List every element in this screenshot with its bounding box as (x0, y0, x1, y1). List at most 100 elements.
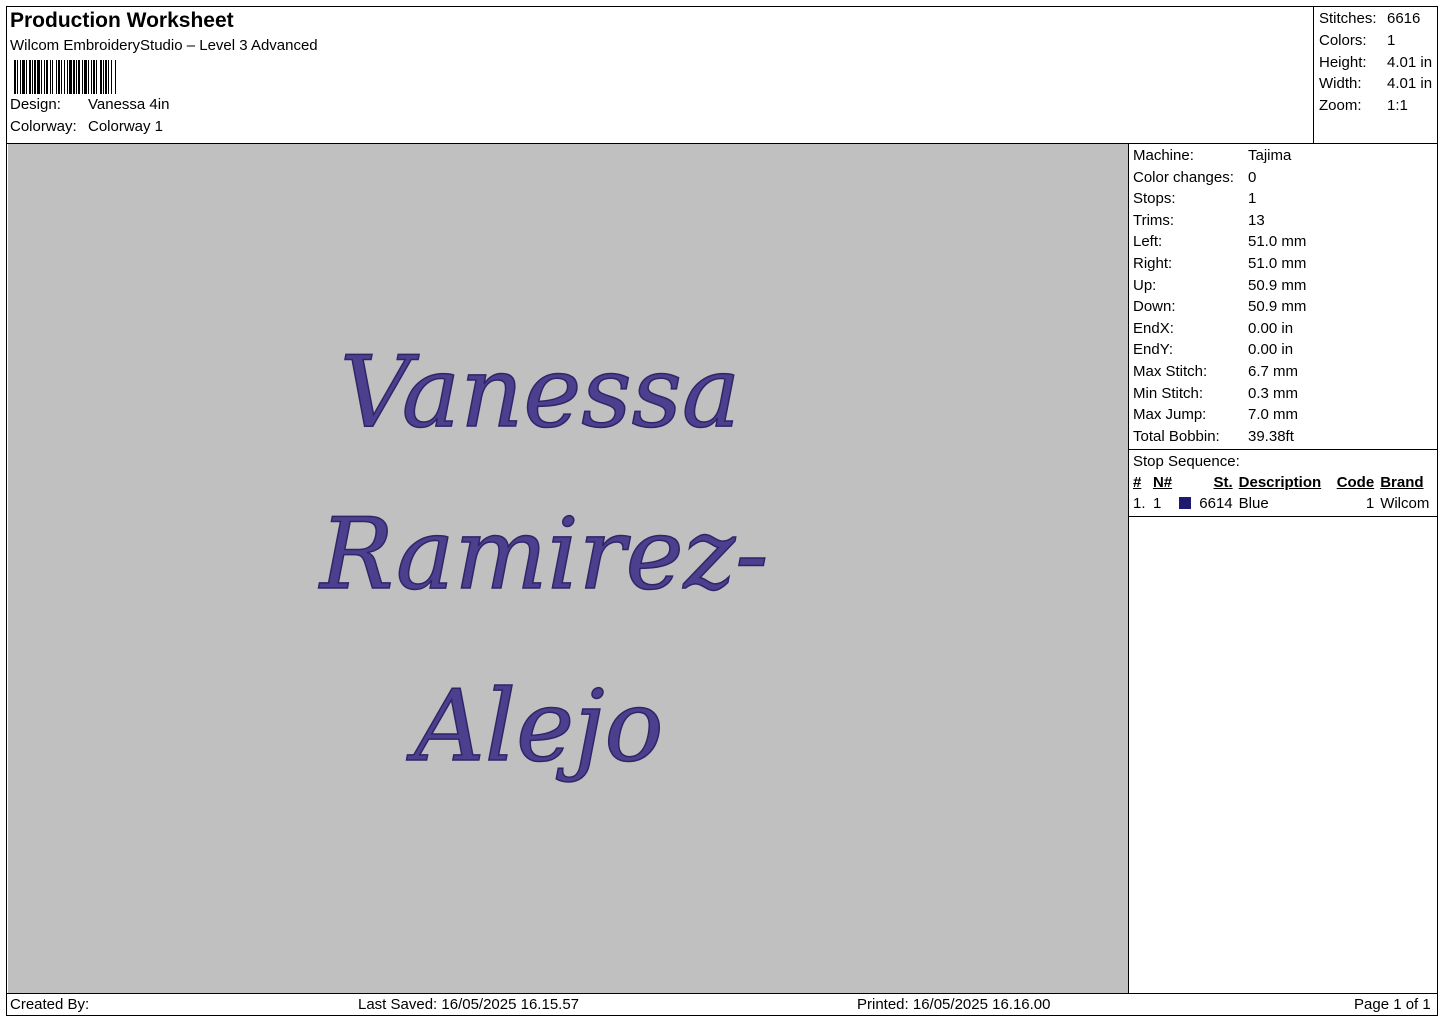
width-label: Width: (1319, 75, 1362, 93)
barcode-bar (84, 60, 87, 94)
row-brand: Wilcom (1380, 495, 1430, 513)
barcode-bar (100, 60, 102, 94)
machine-info-row: EndX: 0.00 in (1133, 318, 1438, 340)
stitches-label: Stitches: (1319, 10, 1377, 27)
barcode-bar (105, 60, 107, 94)
software-name: Wilcom EmbroideryStudio – Level 3 Advanc… (10, 37, 318, 54)
barcode-bar (22, 60, 25, 94)
last-saved: Last Saved: 16/05/2025 16.15.57 (358, 996, 580, 1013)
machine-info-value: 0.00 in (1248, 341, 1294, 359)
barcode-bar (91, 60, 92, 94)
machine-info-row: Max Stitch: 6.7 mm (1133, 361, 1438, 383)
machine-info-label: Trims: (1133, 211, 1175, 229)
barcode-bar (73, 60, 75, 94)
machine-info-row: Total Bobbin: 39.38ft (1133, 426, 1438, 448)
machine-info-label: Color changes: (1133, 168, 1234, 186)
machine-info-row: Trims: 13 (1133, 210, 1438, 232)
machine-info-label: EndX: (1133, 319, 1174, 337)
zoom-row: Zoom: 1:1 (1319, 95, 1438, 117)
machine-info-value: 51.0 mm (1248, 254, 1307, 272)
height-label: Height: (1319, 53, 1367, 71)
barcode-bar (61, 60, 62, 94)
colorway-value: Colorway 1 (88, 118, 164, 135)
colors-label: Colors: (1319, 31, 1367, 49)
barcode-bar (58, 60, 60, 94)
stop-sequence-title: Stop Sequence: (1133, 453, 1240, 471)
machine-info-label: Machine: (1133, 147, 1194, 164)
barcode-bar (96, 60, 97, 94)
machine-info-label: Left: (1133, 233, 1163, 251)
barcode-bar (56, 60, 57, 94)
col-stitches: St. (1213, 474, 1233, 492)
width-row: Width: 4.01 in (1319, 73, 1438, 95)
col-swatch (1179, 472, 1197, 493)
machine-info-row: Machine: Tajima (1133, 145, 1438, 167)
machine-info-label: Down: (1133, 298, 1176, 316)
printed-date: Printed: 16/05/2025 16.16.00 (857, 996, 1051, 1013)
summary-panel: Stitches: 6616 Colors: 1 Height: 4.01 in… (1313, 6, 1438, 143)
row-code: 1 (1365, 495, 1375, 513)
machine-info-value: Tajima (1248, 147, 1292, 164)
row-swatch (1178, 493, 1197, 514)
col-hash: # (1133, 474, 1142, 492)
stitches-value: 6616 (1387, 10, 1421, 27)
machine-info-label: Min Stitch: (1133, 384, 1204, 402)
barcode-bar (14, 60, 16, 94)
row-hash: 1. (1133, 495, 1146, 513)
barcode-bar (82, 60, 83, 94)
barcode-bar (115, 60, 116, 94)
machine-info-value: 13 (1248, 211, 1265, 229)
machine-info-value: 39.38ft (1248, 427, 1294, 445)
row-needle: 1 (1152, 495, 1162, 513)
design-label: Design: (10, 96, 61, 113)
machine-info-value: 50.9 mm (1248, 276, 1307, 294)
footer-divider (6, 993, 1438, 994)
machine-info-value: 1 (1248, 190, 1257, 208)
machine-info-row: EndY: 0.00 in (1133, 339, 1438, 361)
width-value: 4.01 in (1387, 75, 1433, 93)
stop-sequence-row: 1. 1 6614 Blue 1 Wilcom (1129, 493, 1438, 514)
design-text-line-2: Ramirez- (318, 498, 768, 612)
barcode-bar (64, 60, 65, 94)
design-preview: Vanessa Ramirez- Alejo (8, 144, 1128, 993)
machine-info-row: Up: 50.9 mm (1133, 275, 1438, 297)
design-text-line-3: Alejo (406, 670, 664, 784)
color-swatch (1178, 496, 1191, 509)
barcode-bar (29, 60, 31, 94)
barcode-bar (69, 60, 72, 94)
col-code: Code (1336, 474, 1375, 492)
barcode-bar (50, 60, 51, 94)
machine-info-row: Right: 51.0 mm (1133, 253, 1438, 275)
machine-info-row: Color changes: 0 (1133, 167, 1438, 189)
machine-info-value: 6.7 mm (1248, 362, 1299, 380)
machine-info-row: Down: 50.9 mm (1133, 296, 1438, 318)
machine-info-label: Max Jump: (1133, 406, 1207, 424)
machine-info-label: Max Stitch: (1133, 362, 1208, 380)
stitches-row: Stitches: 6616 (1319, 8, 1438, 30)
design-value: Vanessa 4in (88, 96, 170, 113)
barcode-bar (108, 60, 109, 94)
machine-info-row: Left: 51.0 mm (1133, 231, 1438, 253)
barcode-image (14, 60, 116, 94)
barcode-bar (67, 60, 68, 94)
page-title: Production Worksheet (10, 9, 234, 32)
stop-sequence-header: # N# St. Description Code Brand (1129, 472, 1438, 493)
zoom-label: Zoom: (1319, 97, 1362, 115)
barcode-bar (93, 60, 95, 94)
worksheet-header: Production Worksheet Wilcom EmbroiderySt… (10, 8, 318, 138)
height-value: 4.01 in (1387, 53, 1433, 71)
row-stitches: 6614 (1199, 495, 1233, 513)
machine-info-panel: Machine: Tajima Color changes: 0 Stops: 1 Trim… (1128, 144, 1438, 993)
col-brand: Brand (1380, 474, 1424, 492)
colorway-label: Colorway: (10, 118, 77, 135)
col-needle: N# (1152, 474, 1173, 492)
page-number: Page 1 of 1 (1354, 996, 1431, 1013)
zoom-value: 1:1 (1387, 97, 1408, 115)
barcode-bar (46, 60, 48, 94)
machine-info-row: Min Stitch: 0.3 mm (1133, 383, 1438, 405)
machine-info-label: Stops: (1133, 190, 1176, 208)
machine-info-label: Up: (1133, 276, 1157, 294)
design-row: Design: Vanessa 4in (10, 94, 318, 116)
barcode-bar (103, 60, 104, 94)
machine-info-label: EndY: (1133, 341, 1174, 359)
